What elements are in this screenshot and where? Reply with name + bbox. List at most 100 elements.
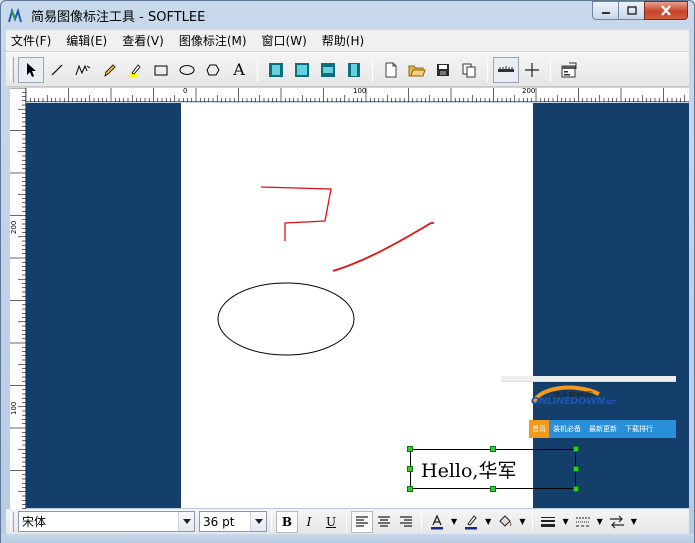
ellipse-icon bbox=[179, 64, 195, 75]
underline-icon: U bbox=[325, 514, 337, 529]
app-logo-icon bbox=[7, 7, 23, 24]
paint-bucket-icon bbox=[499, 514, 512, 527]
resize-handle-e[interactable] bbox=[573, 466, 579, 472]
line-dash-icon bbox=[575, 517, 590, 526]
toolbar-separator bbox=[257, 57, 258, 82]
properties-icon bbox=[561, 62, 577, 77]
italic-icon: I bbox=[306, 514, 312, 529]
frame-style-4-button[interactable] bbox=[341, 57, 367, 83]
menu-help[interactable]: 帮助(H) bbox=[317, 32, 369, 49]
pencil-tool-button[interactable] bbox=[96, 57, 122, 83]
chevron-down-icon[interactable] bbox=[250, 512, 266, 531]
open-folder-icon bbox=[408, 65, 426, 76]
vertical-ruler: 200 100 bbox=[10, 87, 26, 510]
window-title: 简易图像标注工具 - SOFTLEE bbox=[31, 10, 206, 25]
window-controls bbox=[592, 1, 688, 20]
line-icon bbox=[51, 64, 63, 75]
highlight-color-button[interactable] bbox=[460, 511, 482, 533]
menu-window[interactable]: 窗口(W) bbox=[257, 32, 312, 49]
ruler-label-100: 100 bbox=[353, 87, 367, 95]
horizontal-ruler: 0 100 200 bbox=[25, 87, 689, 102]
menu-file[interactable]: 文件(F) bbox=[6, 32, 56, 49]
text-tool-button[interactable]: A bbox=[226, 57, 252, 83]
resize-handle-nw[interactable] bbox=[407, 446, 413, 452]
resize-handle-s[interactable] bbox=[490, 486, 496, 492]
minimize-button[interactable] bbox=[592, 1, 619, 20]
close-button[interactable] bbox=[644, 1, 688, 20]
snippet-nav-item: 下载排行 bbox=[625, 425, 653, 433]
font-color-icon bbox=[431, 513, 443, 529]
line-weight-button[interactable] bbox=[537, 511, 559, 533]
fill-color-button[interactable] bbox=[494, 511, 516, 533]
freehand-red-bracket[interactable] bbox=[260, 186, 332, 241]
resize-handle-n[interactable] bbox=[490, 446, 496, 452]
font-color-button[interactable] bbox=[426, 511, 448, 533]
save-icon bbox=[437, 63, 449, 76]
properties-button[interactable] bbox=[556, 57, 582, 83]
image-paper[interactable]: 华军软件园 ONLINEDOWN.NET 首页 装机必备 最新更新 下载排行 H… bbox=[181, 103, 676, 508]
snippet-nav-item: 首页 bbox=[529, 420, 549, 438]
resize-handle-ne[interactable] bbox=[573, 446, 579, 452]
chevron-down-icon[interactable]: ▼ bbox=[519, 517, 525, 526]
chevron-down-icon[interactable]: ▼ bbox=[631, 517, 637, 526]
crosshair-button[interactable] bbox=[519, 57, 545, 83]
chevron-down-icon[interactable]: ▼ bbox=[451, 517, 457, 526]
chevron-down-icon[interactable] bbox=[178, 512, 194, 531]
frame-style-3-button[interactable] bbox=[315, 57, 341, 83]
align-center-button[interactable] bbox=[373, 511, 395, 533]
menu-view[interactable]: 查看(V) bbox=[117, 32, 169, 49]
freehand-tool-button[interactable] bbox=[70, 57, 96, 83]
font-size-select[interactable]: 36 pt bbox=[199, 511, 267, 532]
line-tool-button[interactable] bbox=[44, 57, 70, 83]
minimize-icon bbox=[601, 11, 610, 14]
font-name-value: 宋体 bbox=[22, 515, 47, 529]
frame-style-2-button[interactable] bbox=[289, 57, 315, 83]
canvas-area[interactable]: 华军软件园 ONLINEDOWN.NET 首页 装机必备 最新更新 下载排行 H… bbox=[26, 103, 689, 508]
copy-button[interactable] bbox=[456, 57, 482, 83]
resize-handle-sw[interactable] bbox=[407, 486, 413, 492]
underline-button[interactable]: U bbox=[320, 511, 342, 533]
chevron-down-icon[interactable]: ▼ bbox=[485, 517, 491, 526]
ellipse-annotation[interactable] bbox=[217, 282, 355, 356]
italic-button[interactable]: I bbox=[298, 511, 320, 533]
bold-button[interactable]: B bbox=[276, 510, 298, 533]
new-file-button[interactable] bbox=[378, 57, 404, 83]
toolbar-separator bbox=[487, 57, 488, 82]
annotation-layer bbox=[217, 186, 434, 356]
maximize-button[interactable] bbox=[618, 1, 645, 20]
line-dash-button[interactable] bbox=[572, 511, 594, 533]
rectangle-tool-button[interactable] bbox=[148, 57, 174, 83]
freehand-red-curve[interactable] bbox=[332, 222, 434, 272]
toolbar-separator bbox=[550, 57, 551, 82]
formatbar-separator bbox=[532, 511, 534, 532]
menu-annotate[interactable]: 图像标注(M) bbox=[174, 32, 252, 49]
text-annotation-box[interactable]: Hello,华军 bbox=[410, 449, 576, 489]
resize-handle-w[interactable] bbox=[407, 466, 413, 472]
align-right-button[interactable] bbox=[395, 511, 417, 533]
save-button[interactable] bbox=[430, 57, 456, 83]
frame-style-1-icon bbox=[269, 62, 283, 77]
polygon-tool-button[interactable] bbox=[200, 57, 226, 83]
chevron-down-icon[interactable]: ▼ bbox=[562, 517, 568, 526]
snippet-logo-brand: ONLINEDOWN.NET bbox=[531, 396, 616, 407]
toolbar-grip[interactable] bbox=[10, 56, 14, 83]
text-annotation[interactable]: Hello,华军 bbox=[421, 456, 516, 483]
resize-handle-se[interactable] bbox=[573, 486, 579, 492]
formatbar-grip[interactable] bbox=[10, 511, 14, 532]
arrow-style-button[interactable] bbox=[606, 511, 628, 533]
align-left-button[interactable] bbox=[351, 510, 373, 533]
embedded-screenshot: 华军软件园 ONLINEDOWN.NET 首页 装机必备 最新更新 下载排行 bbox=[501, 376, 676, 441]
highlighter-tool-button[interactable] bbox=[122, 57, 148, 83]
select-tool-button[interactable] bbox=[18, 56, 44, 83]
open-file-button[interactable] bbox=[404, 57, 430, 83]
maximize-icon bbox=[626, 6, 637, 15]
select-arrow-icon bbox=[27, 62, 36, 77]
ruler-label-0: 0 bbox=[183, 87, 188, 95]
menu-edit[interactable]: 编辑(E) bbox=[61, 32, 112, 49]
ellipse-tool-button[interactable] bbox=[174, 57, 200, 83]
freehand-icon bbox=[75, 64, 91, 75]
frame-style-1-button[interactable] bbox=[263, 57, 289, 83]
ruler-toggle-button[interactable] bbox=[493, 56, 519, 83]
font-name-select[interactable]: 宋体 bbox=[18, 511, 195, 532]
chevron-down-icon[interactable]: ▼ bbox=[597, 517, 603, 526]
